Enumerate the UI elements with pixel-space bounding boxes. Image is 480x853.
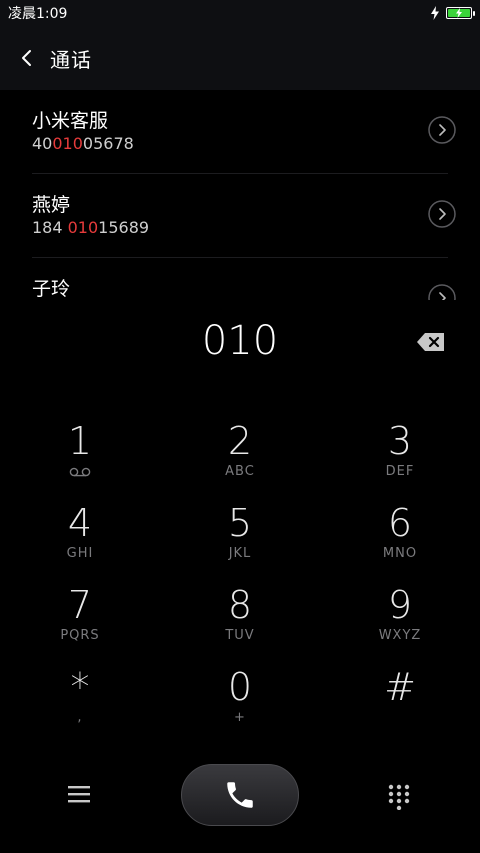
key-0[interactable]: 0 + [180, 666, 300, 746]
bottom-bar [0, 760, 480, 830]
key-digit: * [70, 665, 90, 709]
number-match-highlight: 010 [52, 134, 83, 153]
contact-item[interactable]: 子玲 [32, 258, 456, 300]
key-letters: JKL [228, 546, 252, 561]
chevron-left-icon[interactable] [18, 49, 36, 67]
key-star[interactable]: * , [20, 666, 140, 746]
key-2[interactable]: 2 ABC [180, 420, 300, 500]
key-digit: # [384, 665, 416, 709]
contact-name: 子玲 [32, 278, 71, 300]
key-9[interactable]: 9 WXYZ [340, 584, 460, 664]
contact-number: 4001005678 [32, 134, 134, 153]
key-letters: MNO [382, 546, 418, 561]
contact-name: 小米客服 [32, 110, 109, 132]
key-1[interactable]: 1 [20, 420, 140, 500]
key-5[interactable]: 5 JKL [180, 502, 300, 582]
key-letters: GHI [66, 546, 94, 561]
key-digit: 4 [67, 501, 93, 545]
chevron-right-icon[interactable] [428, 284, 456, 300]
key-digit: 8 [227, 583, 253, 627]
key-digit: 5 [227, 501, 253, 545]
key-letters: + [234, 710, 246, 725]
status-icons [430, 6, 475, 20]
contact-item[interactable]: 燕婷 184 01015689 [32, 174, 456, 258]
contact-item[interactable]: 小米客服 4001005678 [32, 90, 456, 174]
key-digit: 0 [227, 665, 253, 709]
contact-number: 184 01015689 [32, 218, 150, 237]
status-bar: 凌晨1:09 [0, 0, 480, 26]
battery-charging-icon [446, 7, 475, 19]
page-title: 通话 [50, 47, 92, 72]
key-4[interactable]: 4 GHI [20, 502, 140, 582]
number-match-highlight: 010 [67, 218, 99, 237]
key-3[interactable]: 3 DEF [340, 420, 460, 500]
key-6[interactable]: 6 MNO [340, 502, 460, 582]
key-8[interactable]: 8 TUV [180, 584, 300, 664]
menu-icon[interactable] [68, 784, 90, 804]
chevron-right-icon[interactable] [428, 200, 456, 228]
key-digit: 2 [227, 419, 253, 463]
header: 通话 [0, 26, 480, 90]
dialed-number: 010 [201, 318, 279, 364]
key-letters: ABC [225, 464, 255, 479]
key-letters: DEF [385, 464, 415, 479]
contact-name: 燕婷 [32, 194, 71, 216]
key-7[interactable]: 7 PQRS [20, 584, 140, 664]
bolt-icon [431, 6, 439, 20]
contact-list: 小米客服 4001005678 燕婷 184 01015689 子玲 [0, 90, 480, 300]
key-letters: TUV [225, 628, 255, 643]
voicemail-icon [69, 467, 91, 477]
key-digit: 9 [387, 583, 413, 627]
key-hash[interactable]: # [340, 666, 460, 746]
key-letters: WXYZ [378, 628, 422, 643]
call-button[interactable] [181, 764, 299, 826]
chevron-right-icon[interactable] [428, 116, 456, 144]
phone-icon [227, 782, 253, 808]
dialpad-icon[interactable] [388, 784, 410, 810]
backspace-icon[interactable] [416, 331, 446, 353]
key-digit: 7 [67, 583, 93, 627]
dialer-screen: 凌晨1:09 通话 小米客服 4001005678 燕婷 184 0101568… [0, 0, 480, 853]
key-digit: 3 [387, 419, 413, 463]
key-digit: 1 [67, 419, 93, 463]
key-letters: , [77, 710, 83, 725]
key-digit: 6 [387, 501, 413, 545]
status-time: 凌晨1:09 [8, 6, 68, 22]
key-letters: PQRS [60, 628, 100, 643]
